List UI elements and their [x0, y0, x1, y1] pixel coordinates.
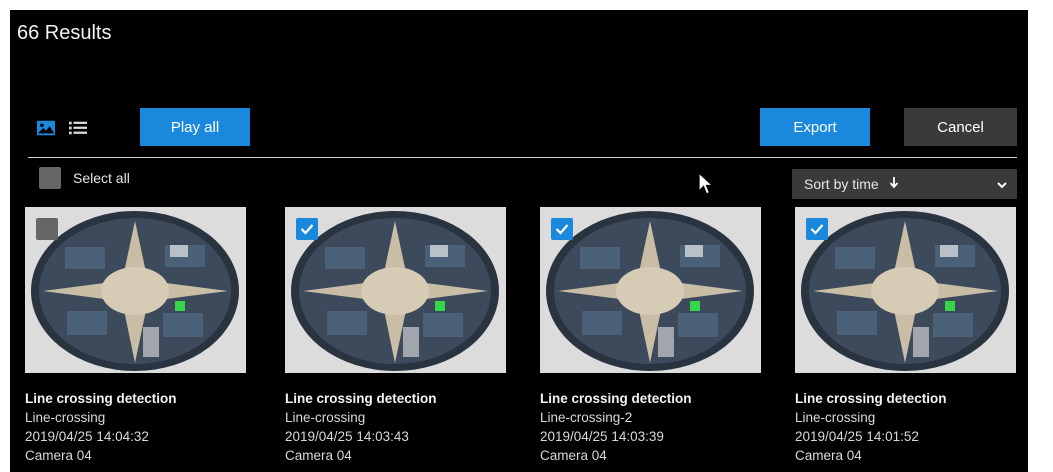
event-timestamp: 2019/04/25 14:01:52: [795, 429, 919, 444]
event-title: Line crossing detection: [540, 391, 692, 406]
event-timestamp: 2019/04/25 14:03:43: [285, 429, 409, 444]
list-icon[interactable]: [69, 119, 87, 137]
mouse-cursor-icon: [698, 171, 715, 201]
fisheye-thumbnail[interactable]: [25, 207, 246, 373]
event-title: Line crossing detection: [285, 391, 437, 406]
event-rule: Line-crossing: [795, 410, 876, 425]
sort-label: Sort by time: [804, 176, 879, 192]
event-camera: Camera 04: [795, 448, 862, 463]
fisheye-thumbnail[interactable]: [795, 207, 1016, 373]
result-card[interactable]: Line crossing detection Line-crossing 2019…: [795, 207, 1016, 463]
select-all-checkbox[interactable]: [39, 167, 61, 189]
divider: [28, 157, 1017, 158]
event-camera: Camera 04: [25, 448, 92, 463]
arrow-down-icon: [889, 176, 899, 192]
fisheye-thumbnail[interactable]: [285, 207, 506, 373]
result-card[interactable]: Line crossing detection Line-crossing-2 20…: [540, 207, 761, 463]
sort-dropdown[interactable]: Sort by time: [792, 169, 1017, 199]
results-title: 66 Results: [17, 22, 112, 44]
play-all-button[interactable]: Play all: [140, 108, 250, 146]
select-all-label: Select all: [73, 170, 130, 186]
result-card[interactable]: Line crossing detection Line-crossing 2019…: [25, 207, 246, 463]
result-checkbox[interactable]: [551, 218, 573, 240]
event-title: Line crossing detection: [795, 391, 947, 406]
image-icon[interactable]: [37, 119, 55, 137]
event-timestamp: 2019/04/25 14:04:32: [25, 429, 149, 444]
cancel-button[interactable]: Cancel: [904, 108, 1017, 146]
result-checkbox[interactable]: [36, 218, 58, 240]
chevron-down-icon: [997, 176, 1007, 192]
event-timestamp: 2019/04/25 14:03:39: [540, 429, 664, 444]
select-all[interactable]: Select all: [39, 167, 130, 189]
event-rule: Line-crossing-2: [540, 410, 633, 425]
export-button[interactable]: Export: [760, 108, 870, 146]
event-camera: Camera 04: [540, 448, 607, 463]
event-title: Line crossing detection: [25, 391, 177, 406]
result-card[interactable]: Line crossing detection Line-crossing 2019…: [285, 207, 506, 463]
event-rule: Line-crossing: [285, 410, 366, 425]
search-results-panel: 66 Results Play all Export Cancel Select…: [10, 10, 1028, 472]
fisheye-thumbnail[interactable]: [540, 207, 761, 373]
result-checkbox[interactable]: [296, 218, 318, 240]
event-rule: Line-crossing: [25, 410, 106, 425]
result-checkbox[interactable]: [806, 218, 828, 240]
view-toggle: [37, 119, 87, 137]
event-camera: Camera 04: [285, 448, 352, 463]
